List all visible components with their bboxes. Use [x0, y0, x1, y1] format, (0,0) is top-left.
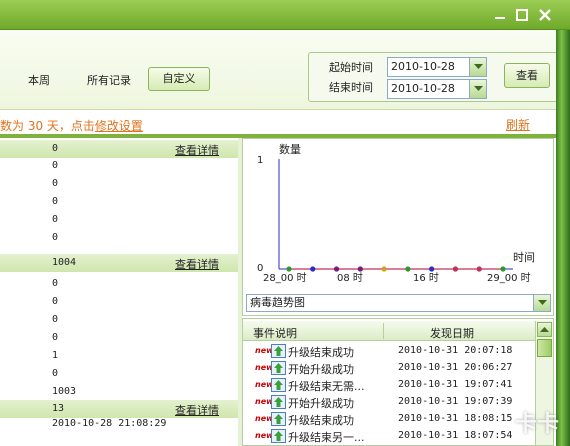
- x-tick-label: 08 时: [337, 272, 363, 284]
- summary-section-header: 13 查看详情: [0, 400, 238, 418]
- summary-row-value: 0: [52, 278, 59, 289]
- event-desc: 升级结束无需...: [288, 380, 365, 393]
- info-prefix: 数为 30 天，点击: [0, 119, 95, 133]
- summary-list: 0 查看详情 0 0 0 0 0 1004 查看详情 0 0 0 0 1 0 1…: [0, 138, 238, 446]
- data-point: [405, 266, 411, 272]
- x-axis-label: 时间: [513, 251, 535, 264]
- start-time-label: 起始时间: [329, 61, 373, 74]
- summary-row-value: 0: [52, 232, 59, 243]
- x-tick-label: 28_00 时: [263, 272, 307, 284]
- summary-row-value: 0: [52, 332, 59, 343]
- background-strip: [556, 30, 570, 446]
- summary-row-value: 1: [52, 350, 59, 361]
- minimize-icon[interactable]: [492, 7, 508, 23]
- event-desc: 开始升级成功: [288, 397, 354, 410]
- data-point: [333, 266, 340, 272]
- event-date: 2010-10-31 20:06:27: [398, 362, 513, 373]
- summary-row-value: 0: [52, 296, 59, 307]
- this-week-link[interactable]: 本周: [28, 72, 50, 88]
- event-desc: 升级结束另一...: [288, 431, 365, 444]
- maximize-icon[interactable]: [514, 7, 530, 23]
- query-button[interactable]: 查看: [504, 63, 550, 88]
- chart-type-value: 病毒趋势图: [250, 296, 305, 309]
- summary-row-value: 0: [52, 178, 59, 189]
- y-tick-label: 1: [257, 155, 263, 166]
- data-point: [476, 266, 482, 272]
- scroll-up-icon[interactable]: [537, 322, 552, 337]
- start-date-input[interactable]: 2010-10-28: [387, 57, 487, 77]
- column-header-desc[interactable]: 事件说明: [253, 325, 297, 341]
- summary-count: 1004: [52, 257, 77, 268]
- event-row[interactable]: new 升级结束无需... 2010-10-31 19:07:41: [243, 377, 535, 394]
- chart-type-select[interactable]: 病毒趋势图: [246, 294, 551, 312]
- event-row[interactable]: new 开始升级成功 2010-10-31 20:06:27: [243, 360, 535, 377]
- summary-row-value: 0: [52, 314, 59, 325]
- trend-chart: 数量时间1028_00 时 08 时 16 时 29_00 时: [257, 143, 535, 284]
- trend-chart-panel: 数量 时间 1 0 28_00 时 08 时 16 时 29_00 时: [242, 138, 554, 316]
- summary-row-value: 0: [52, 214, 59, 225]
- filter-toolbar: 本周 所有记录 自定义 起始时间 2010-10-28 结束时间 2010-10…: [0, 30, 570, 110]
- start-date-value: 2010-10-28: [391, 60, 455, 73]
- x-tick-label: 16 时: [413, 272, 439, 284]
- close-icon[interactable]: [537, 7, 553, 23]
- y-axis-label: 数量: [279, 143, 301, 156]
- upgrade-icon: [271, 344, 286, 358]
- summary-row-value: 1003: [52, 386, 77, 397]
- x-tick-label: 29_00 时: [487, 272, 531, 284]
- data-point: [452, 266, 459, 272]
- event-table-header: 事件说明 发现日期: [243, 321, 535, 341]
- start-date-dropdown-icon[interactable]: [469, 58, 486, 76]
- column-header-date[interactable]: 发现日期: [430, 325, 474, 341]
- summary-count: 13: [52, 403, 65, 414]
- upgrade-icon: [271, 378, 286, 392]
- upgrade-icon: [271, 361, 286, 375]
- event-date: 2010-10-31 20:07:18: [398, 345, 513, 356]
- view-details-link[interactable]: 查看详情: [175, 402, 219, 418]
- summary-row-value: 2010-10-28 21:08:29: [52, 418, 167, 429]
- scroll-thumb[interactable]: [537, 339, 552, 357]
- data-point: [381, 266, 387, 272]
- summary-section-header: 1004 查看详情: [0, 254, 238, 272]
- data-point: [286, 266, 292, 272]
- summary-row-value: 0: [52, 196, 59, 207]
- watermark-text: 卡卡: [515, 412, 560, 437]
- summary-row-value: 0: [52, 368, 59, 379]
- info-text: 数为 30 天，点击修改设置: [0, 117, 143, 134]
- event-date: 2010-10-31 19:07:41: [398, 379, 513, 390]
- column-separator[interactable]: [383, 323, 384, 339]
- event-desc: 升级结束成功: [288, 346, 354, 359]
- end-date-input[interactable]: 2010-10-28: [387, 79, 487, 99]
- data-point: [310, 266, 316, 272]
- view-details-link[interactable]: 查看详情: [175, 256, 219, 272]
- watermark-logo: 卡卡: [455, 398, 570, 446]
- event-desc: 升级结束成功: [288, 414, 354, 427]
- title-bar: [0, 0, 570, 30]
- upgrade-icon: [271, 429, 286, 443]
- summary-count: 0: [52, 143, 59, 154]
- all-records-link[interactable]: 所有记录: [87, 72, 131, 88]
- upgrade-icon: [271, 395, 286, 409]
- end-time-label: 结束时间: [329, 81, 373, 94]
- view-details-link[interactable]: 查看详情: [175, 142, 219, 158]
- summary-section-header: 0 查看详情: [0, 140, 238, 158]
- data-point: [500, 266, 506, 272]
- end-date-dropdown-icon[interactable]: [469, 80, 486, 98]
- data-point: [357, 266, 363, 272]
- chart-type-dropdown-icon[interactable]: [533, 295, 550, 311]
- refresh-link[interactable]: 刷新: [506, 116, 530, 133]
- upgrade-icon: [271, 412, 286, 426]
- event-row[interactable]: new 升级结束成功 2010-10-31 20:07:18: [243, 343, 535, 360]
- modify-settings-link[interactable]: 修改设置: [95, 119, 143, 133]
- event-desc: 开始升级成功: [288, 363, 354, 376]
- custom-range-button[interactable]: 自定义: [148, 67, 210, 91]
- time-range-box: 起始时间 2010-10-28 结束时间 2010-10-28 查看: [308, 52, 558, 102]
- summary-row-value: 0: [52, 160, 59, 171]
- end-date-value: 2010-10-28: [391, 82, 455, 95]
- data-point: [429, 266, 435, 272]
